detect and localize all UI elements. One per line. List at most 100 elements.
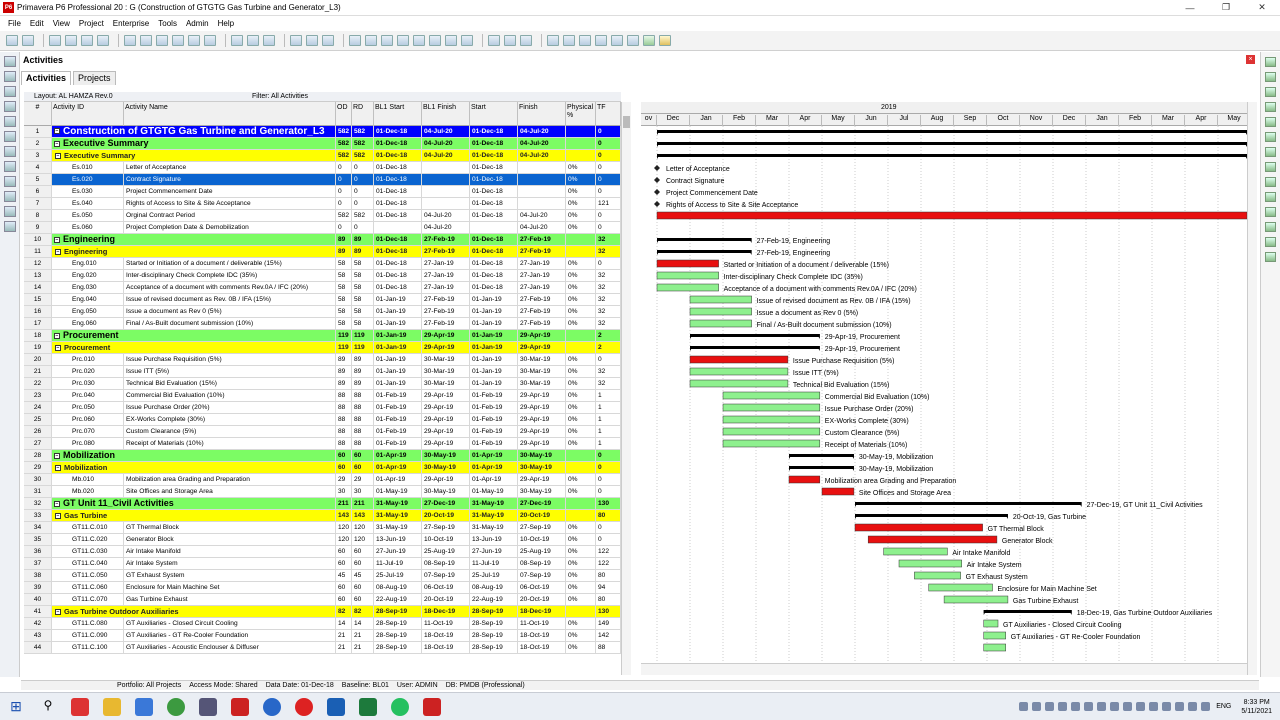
original-duration-cell[interactable]: 60 — [336, 546, 352, 558]
remaining-duration-cell[interactable]: 0 — [352, 198, 374, 210]
start-cell[interactable]: 01-Jan-19 — [470, 342, 518, 354]
start-cell[interactable]: 01-Dec-18 — [470, 210, 518, 222]
acrobat-icon[interactable] — [71, 697, 89, 716]
bl1-start-cell[interactable]: 28-Sep-19 — [374, 642, 422, 654]
filter-label[interactable]: Filter: All Activities — [252, 93, 308, 100]
total-float-cell[interactable]: 0 — [596, 258, 621, 270]
total-float-cell[interactable]: 32 — [596, 234, 621, 246]
original-duration-cell[interactable]: 58 — [336, 294, 352, 306]
collapse-icon[interactable]: − — [55, 465, 61, 472]
bl1-start-cell[interactable]: 01-Dec-18 — [374, 162, 422, 174]
start-cell[interactable]: 22-Aug-19 — [470, 594, 518, 606]
activity-id-cell[interactable]: Prc.050 — [52, 402, 124, 414]
bl1-finish-cell[interactable]: 30-Mar-19 — [422, 366, 470, 378]
physical-percent-cell[interactable] — [566, 234, 596, 246]
activity-row[interactable]: 40 GT11.C.070 Gas Turbine Exhaust 60 60 22-Au… — [24, 594, 621, 606]
start-cell[interactable]: 01-Dec-18 — [470, 186, 518, 198]
row-number[interactable]: 18 — [24, 330, 52, 342]
bl1-finish-cell[interactable]: 04-Jul-20 — [422, 138, 470, 150]
start-cell[interactable]: 01-Feb-19 — [470, 390, 518, 402]
toolbar-tool-icon[interactable] — [461, 35, 473, 46]
remaining-duration-cell[interactable]: 88 — [352, 438, 374, 450]
bl1-finish-cell[interactable]: 04-Jul-20 — [422, 222, 470, 234]
bl1-finish-cell[interactable]: 18-Dec-19 — [422, 606, 470, 618]
tray-icon[interactable] — [1188, 702, 1198, 711]
collapse-icon[interactable]: − — [54, 332, 60, 339]
start-cell[interactable]: 01-Jan-19 — [470, 378, 518, 390]
dock-command-icon[interactable] — [1265, 147, 1276, 157]
physical-percent-cell[interactable]: 0% — [566, 594, 596, 606]
activity-row[interactable]: 44 GT11.C.100 GT Auxiliaries - Acoustic En… — [24, 642, 621, 654]
toolbar-tool-icon[interactable] — [290, 35, 302, 46]
finish-cell[interactable] — [518, 198, 566, 210]
activity-bar[interactable] — [722, 403, 821, 412]
activity-bar[interactable] — [689, 307, 752, 316]
bl1-start-cell[interactable]: 01-Dec-18 — [374, 174, 422, 186]
original-duration-cell[interactable]: 82 — [336, 606, 352, 618]
activity-row[interactable]: 35 GT11.C.020 Generator Block 120 120 13-Jun-… — [24, 534, 621, 546]
activity-bar[interactable] — [928, 583, 993, 592]
dock-command-icon[interactable] — [1265, 117, 1276, 127]
original-duration-cell[interactable]: 0 — [336, 174, 352, 186]
total-float-cell[interactable]: 0 — [596, 354, 621, 366]
bl1-start-cell[interactable]: 01-Dec-18 — [374, 246, 422, 258]
activity-name-cell[interactable]: GT Auxiliaries - GT Re-Cooler Foundation — [124, 630, 336, 642]
row-number[interactable]: 10 — [24, 234, 52, 246]
total-float-cell[interactable]: 32 — [596, 378, 621, 390]
start-cell[interactable]: 08-Aug-19 — [470, 582, 518, 594]
original-duration-cell[interactable]: 58 — [336, 318, 352, 330]
remaining-duration-cell[interactable]: 89 — [352, 354, 374, 366]
dock-command-icon[interactable] — [1265, 207, 1276, 217]
bl1-finish-cell[interactable]: 29-Apr-19 — [422, 438, 470, 450]
finish-cell[interactable]: 20-Oct-19 — [518, 594, 566, 606]
toolbar-tool-icon[interactable] — [97, 35, 109, 46]
activity-name-cell[interactable]: Project Commencement Date — [124, 186, 336, 198]
tray-icon[interactable] — [1032, 702, 1042, 711]
p6-taskbar-icon[interactable] — [231, 697, 249, 716]
finish-cell[interactable]: 29-Apr-19 — [518, 474, 566, 486]
bl1-start-cell[interactable]: 01-Apr-19 — [374, 450, 422, 462]
start-cell[interactable]: 31-May-19 — [470, 522, 518, 534]
remaining-duration-cell[interactable]: 58 — [352, 270, 374, 282]
original-duration-cell[interactable]: 89 — [336, 366, 352, 378]
original-duration-cell[interactable]: 0 — [336, 222, 352, 234]
activity-bar[interactable] — [821, 487, 855, 496]
physical-percent-cell[interactable]: 0% — [566, 558, 596, 570]
start-cell[interactable]: 01-Dec-18 — [470, 246, 518, 258]
toolbar-tool-icon[interactable] — [49, 35, 61, 46]
activity-id-cell[interactable]: Prc.070 — [52, 426, 124, 438]
physical-percent-cell[interactable]: 0% — [566, 174, 596, 186]
dock-view-icon[interactable] — [4, 146, 16, 157]
physical-percent-cell[interactable]: 0% — [566, 162, 596, 174]
finish-cell[interactable]: 20-Oct-19 — [518, 510, 566, 522]
tab-projects[interactable]: Projects — [73, 71, 116, 85]
activity-bar[interactable] — [722, 427, 821, 436]
activity-id-cell[interactable]: GT11.C.020 — [52, 534, 124, 546]
bl1-start-cell[interactable]: 22-Aug-19 — [374, 594, 422, 606]
physical-percent-cell[interactable]: 0% — [566, 522, 596, 534]
row-number[interactable]: 44 — [24, 642, 52, 654]
start-cell[interactable]: 01-May-19 — [470, 486, 518, 498]
toolbar-tool-icon[interactable] — [322, 35, 334, 46]
bl1-start-cell[interactable]: 01-Feb-19 — [374, 390, 422, 402]
start-cell[interactable] — [470, 222, 518, 234]
column-header[interactable]: BL1 Start — [374, 102, 422, 126]
activity-row[interactable]: 24 Prc.050 Issue Purchase Order (20%) 88 88 0… — [24, 402, 621, 414]
start-cell[interactable]: 01-Jan-19 — [470, 330, 518, 342]
toolbar-tool-icon[interactable] — [65, 35, 77, 46]
start-cell[interactable]: 01-Feb-19 — [470, 426, 518, 438]
bl1-finish-cell[interactable]: 08-Sep-19 — [422, 558, 470, 570]
start-cell[interactable]: 01-Dec-18 — [470, 150, 518, 162]
wbs-name-cell[interactable]: − Mobilization — [52, 450, 336, 462]
dock-view-icon[interactable] — [4, 176, 16, 187]
wbs-name-cell[interactable]: − Construction of GTGTG Gas Turbine and G… — [52, 126, 336, 138]
bl1-start-cell[interactable]: 01-Jan-19 — [374, 366, 422, 378]
wbs-row[interactable]: 2− Executive Summary 582 582 01-Dec-18 04-Jul… — [24, 138, 621, 150]
summary-bar[interactable] — [657, 130, 1247, 133]
remaining-duration-cell[interactable]: 582 — [352, 126, 374, 138]
toolbar-tool-icon[interactable] — [659, 35, 671, 46]
tray-icon[interactable] — [1019, 702, 1029, 711]
finish-cell[interactable]: 27-Feb-19 — [518, 318, 566, 330]
start-cell[interactable]: 31-May-19 — [470, 510, 518, 522]
original-duration-cell[interactable]: 60 — [336, 582, 352, 594]
